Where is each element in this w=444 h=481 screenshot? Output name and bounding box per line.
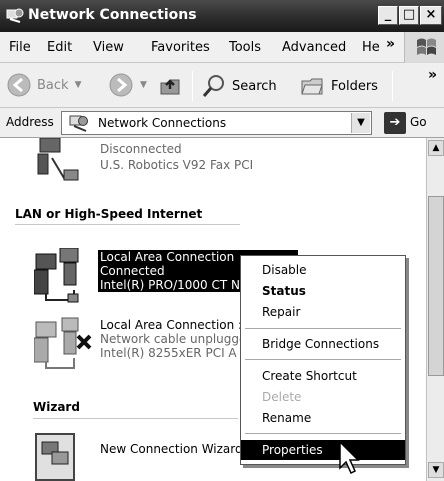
mouse-cursor-icon (339, 440, 360, 475)
up-folder-button[interactable] (158, 73, 182, 97)
fax-connection-icon (37, 138, 79, 181)
title-bar: Network Connections _ □ × (0, 0, 444, 32)
context-menu-status[interactable]: Status (241, 281, 405, 301)
context-menu: Disable Status Repair Bridge Connections… (240, 255, 406, 465)
go-arrow-icon[interactable]: ➔ (384, 112, 406, 134)
back-dropdown-icon[interactable]: ▼ (75, 80, 82, 90)
context-menu-create-shortcut[interactable]: Create Shortcut (241, 366, 405, 386)
go-label[interactable]: Go (410, 115, 427, 129)
toolbar-separator (392, 71, 393, 101)
address-bar: Address Network Connections ▼ ➔ Go (0, 108, 444, 138)
search-label: Search (232, 78, 277, 94)
wizard-name: New Connection Wizard (100, 442, 243, 456)
new-connection-wizard-icon (35, 433, 75, 481)
lan2-status: Network cable unplugge (100, 332, 247, 346)
section-divider (15, 224, 240, 225)
maximize-button[interactable]: □ (399, 6, 419, 25)
toolbar: Back ▼ ▼ Search Folders » (0, 63, 444, 108)
lan-disconnected-icon (34, 317, 92, 369)
context-menu-separator (245, 359, 401, 360)
menu-bar: File Edit View Favorites Tools Advanced … (0, 32, 444, 63)
menu-file[interactable]: File (9, 40, 31, 55)
context-menu-separator (245, 328, 401, 329)
back-arrow-icon (7, 73, 31, 97)
network-connections-icon (6, 8, 24, 23)
scrollbar-thumb[interactable] (428, 196, 444, 376)
context-menu-bridge-connections[interactable]: Bridge Connections (241, 334, 405, 354)
context-menu-disable[interactable]: Disable (241, 260, 405, 280)
forward-arrow-icon (109, 73, 133, 97)
folders-icon (301, 78, 323, 95)
toolbar-overflow-chevron[interactable]: » (428, 67, 437, 83)
list-item-local-area-connection-2[interactable]: Local Area Connection : Network cable un… (34, 316, 264, 374)
back-label: Back (37, 77, 69, 93)
list-item-fax[interactable]: Disconnected U.S. Robotics V92 Fax PCI (34, 138, 274, 184)
toolbar-separator (192, 71, 193, 101)
section-divider (33, 418, 238, 419)
window-title: Network Connections (28, 7, 197, 23)
address-dropdown-icon[interactable]: ▼ (351, 113, 370, 133)
vertical-scrollbar[interactable]: ▲ ▼ (426, 138, 444, 481)
back-button[interactable]: Back ▼ (6, 72, 81, 98)
lan-connection-icon (34, 248, 79, 303)
search-button[interactable]: Search (201, 73, 277, 99)
lan2-device: Intel(R) 8255xER PCI A (100, 346, 237, 360)
folders-button[interactable]: Folders (300, 73, 378, 99)
minimize-button[interactable]: _ (378, 6, 398, 25)
fax-status: Disconnected (100, 142, 182, 156)
search-icon (202, 75, 224, 97)
windows-logo-icon (404, 32, 444, 63)
lan2-name: Local Area Connection : (100, 318, 243, 332)
list-item-new-connection-wizard[interactable]: New Connection Wizard (34, 432, 244, 481)
menu-help[interactable]: He (362, 40, 380, 55)
context-menu-properties[interactable]: Properties (241, 440, 405, 460)
section-header-wizard: Wizard (33, 400, 80, 414)
close-button[interactable]: × (420, 6, 442, 25)
scroll-down-icon[interactable]: ▼ (428, 462, 444, 478)
forward-dropdown-icon[interactable]: ▼ (140, 80, 147, 90)
network-connections-icon (69, 115, 88, 132)
folders-label: Folders (331, 78, 378, 94)
menu-edit[interactable]: Edit (47, 40, 72, 55)
menu-advanced[interactable]: Advanced (282, 40, 346, 55)
address-value: Network Connections (98, 116, 227, 130)
up-folder-icon (160, 79, 180, 95)
menu-tools[interactable]: Tools (229, 40, 261, 55)
context-menu-separator (245, 433, 401, 434)
address-label: Address (6, 115, 54, 129)
address-input[interactable]: Network Connections ▼ (61, 111, 372, 135)
menu-view[interactable]: View (93, 40, 124, 55)
context-menu-rename[interactable]: Rename (241, 408, 405, 428)
context-menu-delete: Delete (262, 390, 302, 404)
forward-button[interactable]: ▼ (108, 72, 147, 98)
section-header-lan: LAN or High-Speed Internet (15, 207, 203, 221)
menu-overflow-chevron[interactable]: » (386, 36, 395, 52)
scroll-up-icon[interactable]: ▲ (428, 140, 444, 156)
menu-favorites[interactable]: Favorites (151, 40, 210, 55)
context-menu-repair[interactable]: Repair (241, 302, 405, 322)
fax-device: U.S. Robotics V92 Fax PCI (100, 158, 254, 172)
